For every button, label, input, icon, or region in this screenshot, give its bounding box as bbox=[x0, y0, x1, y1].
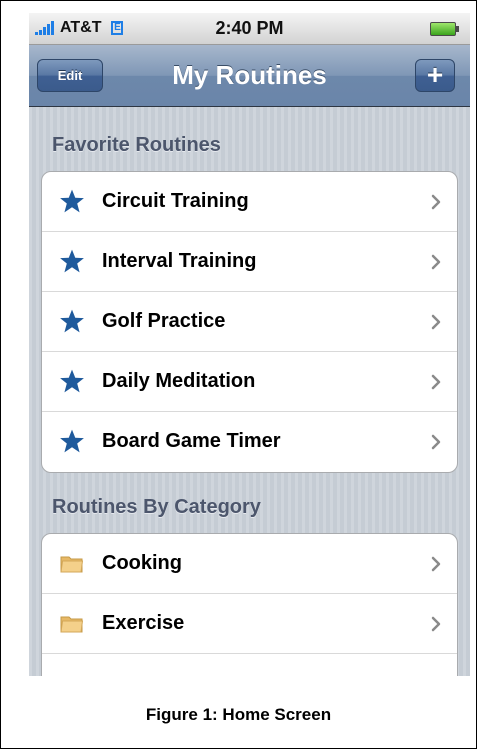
category-row-label: Cooking bbox=[102, 552, 182, 574]
favorite-routine-row[interactable]: Board Game Timer bbox=[42, 412, 457, 472]
category-row[interactable]: Exercise bbox=[42, 594, 457, 654]
star-icon bbox=[59, 188, 85, 214]
chevron-right-icon bbox=[431, 194, 442, 210]
status-time: 2:40 PM bbox=[215, 18, 284, 38]
favorite-routine-row-label: Circuit Training bbox=[102, 190, 249, 212]
star-icon bbox=[59, 308, 85, 334]
star-icon bbox=[59, 248, 85, 274]
folder-icon bbox=[59, 670, 85, 676]
favorite-routine-row[interactable]: Daily Meditation bbox=[42, 352, 457, 412]
category-section-header: Routines By Category bbox=[52, 496, 261, 518]
category-row[interactable]: Cooking bbox=[42, 534, 457, 594]
category-row[interactable] bbox=[42, 654, 457, 676]
add-routine-button[interactable]: + bbox=[415, 59, 455, 92]
status-bar: AT&T E 2:40 PM bbox=[29, 13, 470, 45]
chevron-right-icon bbox=[431, 254, 442, 270]
favorite-routine-row-label: Golf Practice bbox=[102, 310, 226, 332]
star-icon bbox=[59, 368, 85, 394]
favorite-routine-row[interactable]: Golf Practice bbox=[42, 292, 457, 352]
chevron-right-icon bbox=[431, 314, 442, 330]
chevron-right-icon bbox=[431, 374, 442, 390]
navigation-bar: Edit My Routines + bbox=[29, 45, 470, 107]
favorite-routine-row[interactable]: Circuit Training bbox=[42, 172, 457, 232]
favorite-routine-row-label: Daily Meditation bbox=[102, 370, 256, 392]
favorites-section-header: Favorite Routines bbox=[52, 134, 221, 156]
favorite-routine-row-label: Board Game Timer bbox=[102, 430, 281, 452]
folder-icon bbox=[59, 550, 85, 576]
chevron-right-icon bbox=[431, 556, 442, 572]
phone-screen: AT&T E 2:40 PM Edit My Routines + Favori… bbox=[29, 13, 470, 676]
figure-caption: Figure 1: Home Screen bbox=[145, 705, 332, 724]
folder-icon bbox=[59, 610, 85, 636]
favorites-list: Circuit Training Interval Training Golf Pr… bbox=[41, 171, 458, 473]
page-title: My Routines bbox=[172, 60, 327, 90]
favorite-routine-row-label: Interval Training bbox=[102, 250, 257, 272]
battery-icon bbox=[430, 22, 459, 36]
star-icon bbox=[59, 428, 85, 454]
chevron-right-icon bbox=[431, 616, 442, 632]
chevron-right-icon bbox=[431, 434, 442, 450]
category-row-label: Exercise bbox=[102, 612, 185, 634]
category-list: Cooking Exercise bbox=[41, 533, 458, 676]
favorite-routine-row[interactable]: Interval Training bbox=[42, 232, 457, 292]
